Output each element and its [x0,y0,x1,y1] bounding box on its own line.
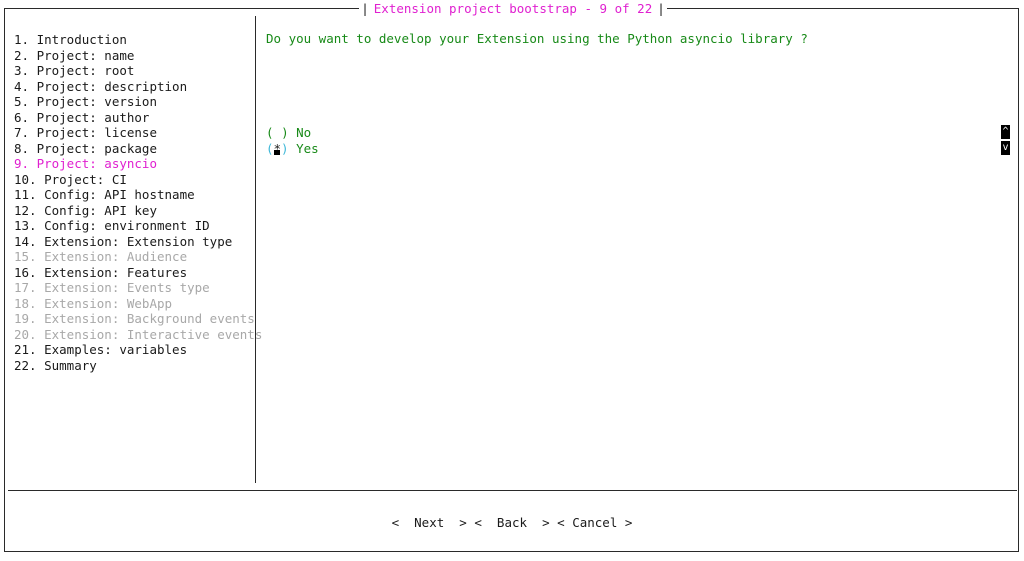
radio-close-paren: ) [281,140,289,156]
step-item-project-version[interactable]: 5. Project: version [14,94,262,110]
text-cursor-icon [274,150,281,155]
back-button[interactable]: < Back > [474,515,549,531]
step-item-project-asyncio[interactable]: 9. Project: asyncio [14,156,262,172]
step-item-introduction[interactable]: 1. Introduction [14,32,262,48]
radio-mark [274,125,282,140]
question-text: Do you want to develop your Extension us… [266,31,808,46]
step-item-extension-audience: 15. Extension: Audience [14,249,188,264]
step-item-project-ci[interactable]: 10. Project: CI [14,172,262,188]
scroll-down-icon[interactable]: v [1001,141,1010,155]
radio-indicator[interactable]: (*) [266,141,289,157]
step-item-project-root[interactable]: 3. Project: root [14,63,262,79]
radio-group: ( ) No (*) Yes [266,125,319,156]
step-item-summary[interactable]: 22. Summary [14,358,262,374]
radio-open-paren: ( [266,125,274,140]
step-item-extension-type[interactable]: 14. Extension: Extension type [14,234,262,250]
step-item-config-api-key[interactable]: 12. Config: API key [14,203,262,219]
step-item-extension-webapp: 18. Extension: WebApp [14,295,173,311]
radio-label: Yes [296,140,319,156]
title-text: Extension project bootstrap - 9 of 22 [373,1,653,16]
step-item-config-environment-id[interactable]: 13. Config: environment ID [14,218,262,234]
radio-option-yes[interactable]: (*) Yes [266,141,319,157]
scrollbar[interactable]: ^ v [1001,125,1010,157]
step-item-project-name[interactable]: 2. Project: name [14,48,262,64]
title-left-bar: | [361,1,369,16]
cancel-button[interactable]: < Cancel > [557,515,632,531]
radio-label: No [296,125,312,140]
step-item-extension-interactive-events: 20. Extension: Interactive events [14,326,263,342]
title-right-bar: | [657,1,665,16]
steps-list: 1. Introduction 2. Project: name 3. Proj… [14,32,262,373]
step-item-project-description[interactable]: 4. Project: description [14,79,262,95]
horizontal-divider [8,490,1017,491]
radio-close-paren: ) [281,125,289,140]
step-item-project-license[interactable]: 7. Project: license [14,125,262,141]
radio-open-paren: ( [266,140,274,156]
scroll-up-icon[interactable]: ^ [1001,125,1010,139]
step-item-extension-events-type: 17. Extension: Events type [14,280,210,295]
step-item-examples-variables[interactable]: 21. Examples: variables [14,342,262,358]
next-button[interactable]: < Next > [392,515,467,531]
radio-option-no[interactable]: ( ) No [266,125,319,141]
radio-mark-selected: * [274,141,282,157]
step-item-project-author[interactable]: 6. Project: author [14,110,262,126]
radio-indicator[interactable]: ( ) [266,125,289,141]
step-item-extension-features[interactable]: 16. Extension: Features [14,265,262,281]
step-item-config-api-hostname[interactable]: 11. Config: API hostname [14,187,262,203]
step-item-project-package[interactable]: 8. Project: package [14,141,262,157]
window-title: | Extension project bootstrap - 9 of 22 | [359,0,667,18]
step-item-extension-background-events: 19. Extension: Background events [14,311,255,326]
button-bar: < Next > < Back > < Cancel > [0,515,1024,531]
